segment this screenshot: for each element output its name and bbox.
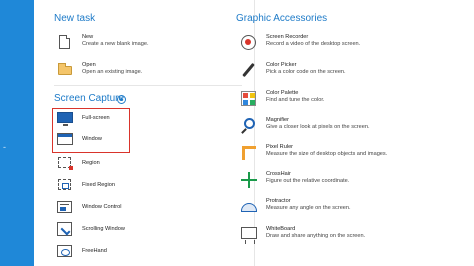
window-control-item[interactable]: Window Control <box>56 199 121 219</box>
open-item-title: Open <box>82 62 96 68</box>
pixel-ruler-item[interactable]: Pixel Ruler Measure the size of desktop … <box>240 144 387 164</box>
eyedropper-icon <box>240 62 258 80</box>
crosshair-desc: Figure out the relative coordinate. <box>266 178 350 184</box>
new-task-title: New task <box>54 13 96 24</box>
whiteboard-icon <box>240 226 258 244</box>
magnifier-desc: Give a closer look at pixels on the scre… <box>266 124 370 130</box>
fixed-region-icon <box>56 177 74 195</box>
protractor-item[interactable]: Protractor Measure any angle on the scre… <box>240 198 351 218</box>
sidebar: ‑ <box>0 0 34 266</box>
fixed-region-item[interactable]: Fixed Region <box>56 177 115 197</box>
window-control-icon <box>56 199 74 217</box>
open-item-desc: Open an existing image. <box>82 69 143 75</box>
new-item-title: New <box>82 34 94 40</box>
new-document-icon <box>56 34 74 52</box>
freehand-label: FreeHand <box>82 248 107 254</box>
scrolling-window-icon <box>56 221 74 239</box>
screen-recorder-desc: Record a video of the desktop screen. <box>266 41 361 47</box>
ruler-icon <box>240 144 258 162</box>
pixel-ruler-desc: Measure the size of desktop objects and … <box>266 151 388 157</box>
whiteboard-desc: Draw and share anything on the screen. <box>266 233 366 239</box>
window-label: Window <box>82 136 102 142</box>
crosshair-icon <box>240 171 258 189</box>
folder-open-icon <box>56 62 74 80</box>
color-picker-desc: Pick a color code on the screen. <box>266 69 346 75</box>
sidebar-indicator-icon: ‑ <box>3 142 6 152</box>
record-icon <box>240 34 258 52</box>
color-palette-desc: Find and tune the color. <box>266 97 325 103</box>
magnifier-title: Magnifier <box>266 117 290 123</box>
window-control-label: Window Control <box>82 204 122 210</box>
main-panel: New task New Create a new blank image. O… <box>34 0 474 266</box>
screen-recorder-item[interactable]: Screen Recorder Record a video of the de… <box>240 34 360 54</box>
region-label: Region <box>82 160 100 166</box>
new-item-desc: Create a new blank image. <box>82 41 149 47</box>
color-picker-title: Color Picker <box>266 62 297 68</box>
full-screen-label: Full-screen <box>82 115 110 121</box>
color-picker-item[interactable]: Color Picker Pick a color code on the sc… <box>240 62 346 82</box>
crosshair-item[interactable]: CrossHair Figure out the relative coordi… <box>240 171 349 191</box>
freehand-icon <box>56 243 74 261</box>
protractor-desc: Measure any angle on the screen. <box>266 205 351 211</box>
color-palette-title: Color Palette <box>266 90 299 96</box>
freehand-item[interactable]: FreeHand <box>56 243 107 263</box>
protractor-icon <box>240 198 258 216</box>
window-item[interactable]: Window <box>56 131 102 151</box>
region-item[interactable]: Region <box>56 155 100 175</box>
graphic-accessories-title: Graphic Accessories <box>236 13 328 24</box>
full-screen-item[interactable]: Full-screen <box>56 110 110 130</box>
protractor-title: Protractor <box>266 198 291 204</box>
new-item[interactable]: New Create a new blank image. <box>56 34 149 54</box>
screen-recorder-title: Screen Recorder <box>266 34 309 40</box>
whiteboard-title: WhiteBoard <box>266 226 296 232</box>
monitor-icon <box>56 110 74 128</box>
region-icon <box>56 155 74 173</box>
scrolling-window-item[interactable]: Scrolling Window <box>56 221 125 241</box>
magnifier-icon <box>240 117 258 135</box>
whiteboard-item[interactable]: WhiteBoard Draw and share anything on th… <box>240 226 365 246</box>
palette-icon <box>240 90 258 108</box>
section-divider <box>54 85 242 86</box>
screen-capture-title: Screen Capture <box>54 93 125 104</box>
window-icon <box>56 131 74 149</box>
gear-icon[interactable] <box>117 95 126 104</box>
pixel-ruler-title: Pixel Ruler <box>266 144 294 150</box>
color-palette-item[interactable]: Color Palette Find and tune the color. <box>240 90 324 110</box>
magnifier-item[interactable]: Magnifier Give a closer look at pixels o… <box>240 117 370 137</box>
crosshair-title: CrossHair <box>266 171 291 177</box>
open-item[interactable]: Open Open an existing image. <box>56 62 142 82</box>
fixed-region-label: Fixed Region <box>82 182 115 188</box>
scrolling-window-label: Scrolling Window <box>82 226 125 232</box>
